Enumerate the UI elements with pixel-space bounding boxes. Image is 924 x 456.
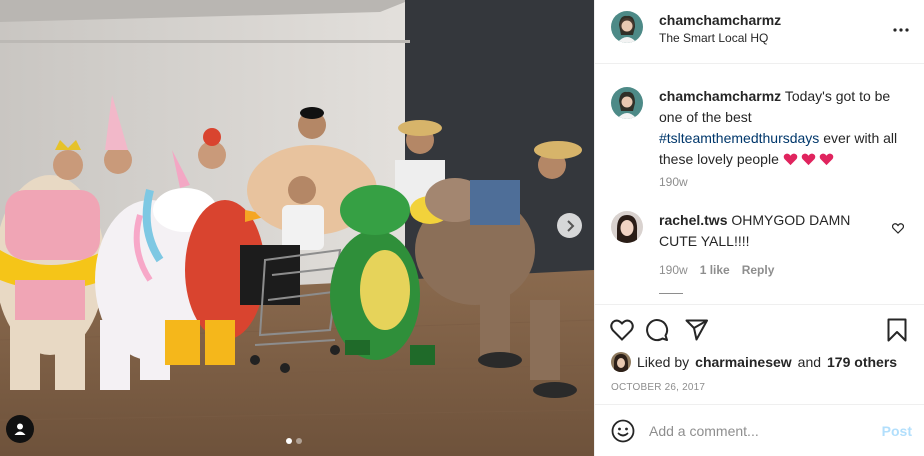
- heart-outline-icon: [891, 223, 905, 234]
- caption-meta: 190w: [659, 175, 688, 189]
- comment-timestamp[interactable]: 190w: [659, 263, 688, 277]
- likes-conjunction: and: [797, 354, 822, 370]
- avatar[interactable]: [611, 11, 643, 43]
- heart-outline-icon: [610, 319, 634, 341]
- caption-timestamp[interactable]: 190w: [659, 175, 688, 189]
- caption-username[interactable]: chamchamcharmz: [659, 88, 781, 104]
- post-author-username[interactable]: chamchamcharmz: [659, 12, 781, 28]
- post-header: chamchamcharmz The Smart Local HQ: [595, 0, 924, 64]
- liker-username[interactable]: charmainesew: [695, 354, 792, 370]
- comment-composer: Post: [595, 404, 924, 456]
- post-side-panel: chamchamcharmz The Smart Local HQ chamch…: [594, 0, 924, 456]
- carousel-next-button[interactable]: [557, 213, 582, 238]
- hashtag-link[interactable]: #tslteamthemedthursdays: [659, 130, 819, 146]
- comment-button[interactable]: [644, 317, 670, 343]
- likes-summary: Liked by charmainesew and 179 others: [611, 352, 897, 372]
- more-horizontal-icon: [893, 28, 909, 32]
- speech-bubble-icon: [646, 319, 669, 342]
- tagged-users-button[interactable]: [6, 415, 34, 443]
- instagram-post: chamchamcharmz The Smart Local HQ chamch…: [0, 0, 924, 456]
- comment-meta: 190w 1 like Reply: [659, 263, 774, 277]
- save-button[interactable]: [884, 317, 910, 343]
- share-button[interactable]: [684, 317, 710, 343]
- emoji-button[interactable]: [611, 419, 635, 443]
- heart-emojis: [783, 153, 834, 166]
- caption-text: chamchamcharmz Today's got to be one of …: [659, 86, 907, 170]
- post-date[interactable]: OCTOBER 26, 2017: [611, 382, 705, 393]
- avatar[interactable]: [611, 352, 631, 372]
- paper-plane-icon: [685, 319, 708, 341]
- user-tag-icon: [14, 423, 26, 435]
- red-heart-icon: [783, 153, 798, 166]
- like-button[interactable]: [609, 317, 635, 343]
- reply-button[interactable]: Reply: [742, 263, 775, 277]
- comment-text: rachel.tws OHMYGOD DAMN CUTE YALL!!!!: [659, 210, 884, 252]
- post-comment-button[interactable]: Post: [882, 423, 912, 439]
- likes-others[interactable]: 179 others: [827, 354, 897, 370]
- comment-likes-count[interactable]: 1 like: [700, 263, 730, 277]
- comment-username[interactable]: rachel.tws: [659, 212, 727, 228]
- red-heart-icon: [819, 153, 834, 166]
- divider: [659, 293, 683, 294]
- avatar[interactable]: [611, 87, 643, 119]
- view-replies-toggle[interactable]: [659, 293, 683, 294]
- comment-like-button[interactable]: [891, 221, 905, 237]
- post-location[interactable]: The Smart Local HQ: [659, 31, 768, 45]
- bookmark-icon: [887, 318, 907, 342]
- carousel-dot: [286, 438, 292, 444]
- carousel-dot: [296, 438, 302, 444]
- post-photo-area[interactable]: [0, 0, 594, 456]
- avatar[interactable]: [611, 211, 643, 243]
- comment-input[interactable]: [649, 421, 869, 441]
- likes-prefix: Liked by: [637, 354, 690, 370]
- red-heart-icon: [801, 153, 816, 166]
- more-options-button[interactable]: [889, 18, 913, 42]
- comments-list[interactable]: chamchamcharmz Today's got to be one of …: [595, 65, 924, 303]
- carousel-indicator: [286, 438, 302, 444]
- chevron-right-icon: [566, 219, 574, 232]
- smiley-icon: [611, 419, 635, 443]
- post-photo: [0, 0, 594, 456]
